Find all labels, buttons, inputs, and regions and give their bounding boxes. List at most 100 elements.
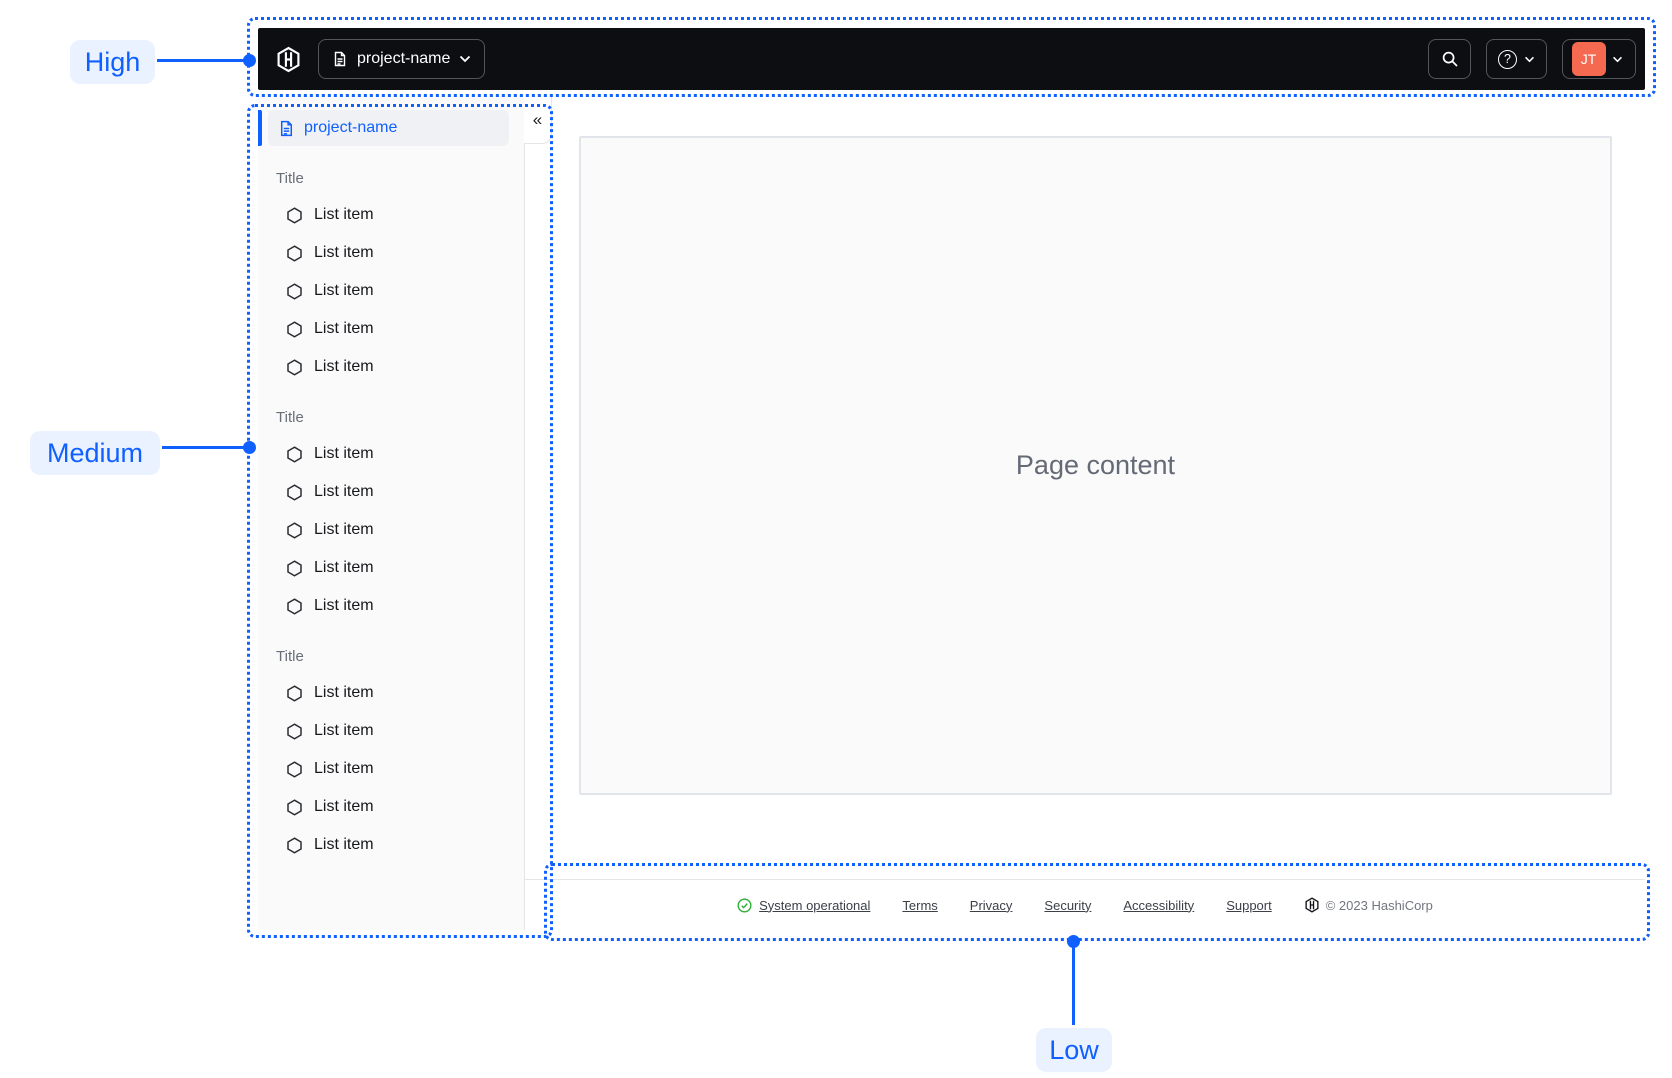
sidebar-list-item[interactable]: List item [258,587,524,625]
footer-link[interactable]: Support [1226,898,1272,913]
chevron-down-icon [459,55,471,63]
list-item-label: List item [314,445,374,462]
sidebar-list-item[interactable]: List item [258,196,524,234]
avatar: JT [1571,42,1606,76]
sidebar-section: Title List item List item List item List… [258,168,524,386]
annotation-label-medium: Medium [30,431,160,475]
list-item-label: List item [314,760,374,777]
list-item-label: List item [314,244,374,261]
annotation-dot-high [243,54,256,67]
hexagon-icon [286,559,303,577]
file-text-icon [332,51,348,67]
system-status-link[interactable]: System operational [737,898,870,913]
list-item-label: List item [314,521,374,538]
sidebar-list-item[interactable]: List item [258,788,524,826]
user-menu-button[interactable]: JT [1562,39,1636,79]
section-items: List item List item List item List item [258,435,524,625]
hcp-app-frame-mockup: project-name ? JT project-name Title Lis… [0,0,1672,1078]
chevron-down-icon [1612,56,1623,63]
footer-copyright: © 2023 HashiCorp [1304,897,1433,913]
active-item-accent-bar [258,110,262,146]
status-check-icon [737,897,752,913]
annotation-dot-medium [243,441,256,454]
project-dropdown-button[interactable]: project-name [318,39,486,79]
sidebar-section: Title List item List item List item List… [258,407,524,625]
list-item-label: List item [314,206,374,223]
list-item-label: List item [314,798,374,815]
sidebar-list-item[interactable]: List item [258,826,524,864]
annotation-label-high: High [70,40,155,84]
section-items: List item List item List item List item [258,196,524,386]
hashicorp-logo-icon [1304,897,1320,913]
list-item-label: List item [314,483,374,500]
footer-link[interactable]: Privacy [970,898,1013,913]
sidebar-list-item[interactable]: List item [258,750,524,788]
list-item-label: List item [314,358,374,375]
page-content-label: Page content [1015,450,1176,480]
list-item-label: List item [314,684,374,701]
sidebar-list-item[interactable]: List item [258,674,524,712]
hexagon-icon [286,836,303,854]
annotation-dot-low [1067,935,1080,948]
sidebar-list-item[interactable]: List item [258,549,524,587]
question-circle-icon: ? [1498,49,1517,69]
section-title: Title [276,408,304,426]
sidebar-list-item[interactable]: List item [258,310,524,348]
list-item-label: List item [314,320,374,337]
search-button[interactable] [1428,39,1471,79]
list-item-label: List item [314,836,374,853]
sidebar-nav: Title List item List item List item List… [258,168,524,864]
hexagon-icon [286,358,303,376]
sidebar-collapse-button[interactable]: « [524,97,552,144]
sidebar-list-item[interactable]: List item [258,473,524,511]
file-text-icon [278,120,295,137]
chevron-down-icon [1524,56,1535,63]
hexagon-icon [286,798,303,816]
page-content-placeholder: Page content [579,136,1612,795]
sidebar-section: Title List item List item List item List… [258,646,524,864]
copyright-text: © 2023 HashiCorp [1325,897,1433,913]
sidebar-list-item[interactable]: List item [258,511,524,549]
annotation-connector-low [1072,941,1075,1025]
hexagon-icon [286,445,303,463]
footer-link[interactable]: Terms [902,898,937,913]
sidebar-list-item[interactable]: List item [258,712,524,750]
hexagon-icon [286,722,303,740]
sidebar-list-item[interactable]: List item [258,272,524,310]
footer-links: Terms Privacy Security Accessibility Sup… [902,898,1271,913]
annotation-connector-high [157,59,247,62]
section-title: Title [276,169,304,187]
hexagon-icon [286,684,303,702]
footer-link[interactable]: Security [1044,898,1091,913]
annotation-label-low: Low [1036,1028,1112,1072]
sidebar-list-item[interactable]: List item [258,435,524,473]
list-item-label: List item [314,282,374,299]
footer-link[interactable]: Accessibility [1123,898,1194,913]
sidebar-item-project[interactable]: project-name [268,110,509,146]
hexagon-icon [286,760,303,778]
sidebar: project-name Title List item List item L… [258,97,525,930]
footer: System operational Terms Privacy Securit… [525,879,1645,930]
annotation-connector-medium [162,446,247,449]
help-dropdown-button[interactable]: ? [1486,39,1547,79]
navbar-left-group: project-name [275,39,486,79]
hexagon-icon [286,521,303,539]
hexagon-icon [286,244,303,262]
double-chevron-left-icon: « [532,110,543,129]
sidebar-project-label: project-name [304,119,398,136]
project-dropdown-label: project-name [357,50,451,67]
top-navbar: project-name ? JT [258,28,1645,90]
section-title: Title [276,647,304,665]
hashicorp-logo-icon [275,46,302,73]
section-items: List item List item List item List item [258,674,524,864]
list-item-label: List item [314,597,374,614]
hexagon-icon [286,282,303,300]
navbar-right-group: ? JT [1428,39,1636,79]
hexagon-icon [286,597,303,615]
sidebar-list-item[interactable]: List item [258,348,524,386]
system-status-label: System operational [759,897,871,913]
list-item-label: List item [314,559,374,576]
sidebar-list-item[interactable]: List item [258,234,524,272]
hexagon-icon [286,206,303,224]
hexagon-icon [286,483,303,501]
